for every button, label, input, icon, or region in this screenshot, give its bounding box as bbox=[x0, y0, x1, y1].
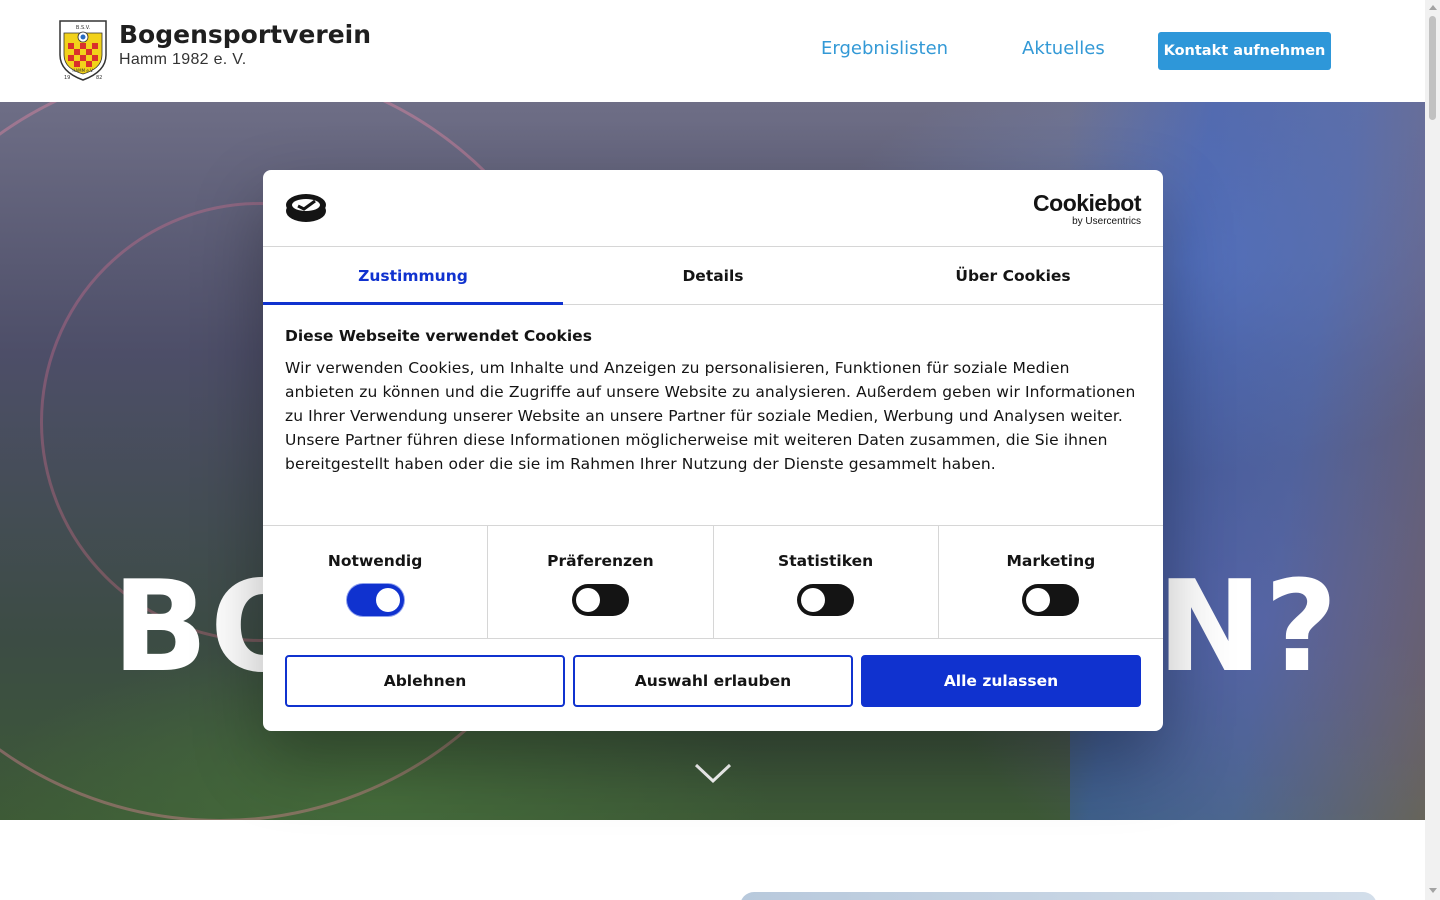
dialog-actions: Ablehnen Auswahl erlauben Alle zulassen bbox=[263, 639, 1163, 723]
toggle-knob bbox=[1026, 588, 1051, 612]
category-label: Marketing bbox=[1006, 552, 1096, 570]
category-marketing: Marketing bbox=[939, 526, 1163, 638]
site-header: B.S.V. HAMM e.V. 19 82 Bogensportverein … bbox=[0, 0, 1425, 102]
category-label: Notwendig bbox=[327, 552, 423, 570]
tab-details[interactable]: Details bbox=[563, 247, 863, 304]
tab-ueber-cookies[interactable]: Über Cookies bbox=[863, 247, 1163, 304]
decline-button[interactable]: Ablehnen bbox=[285, 655, 565, 707]
cookiebot-brand[interactable]: Cookiebot by Usercentrics bbox=[1033, 190, 1141, 228]
nav-link-ergebnislisten[interactable]: Ergebnislisten bbox=[821, 38, 948, 59]
allow-all-button[interactable]: Alle zulassen bbox=[861, 655, 1141, 707]
svg-text:19: 19 bbox=[64, 75, 70, 81]
toggle-knob bbox=[375, 588, 400, 612]
cookiebot-byline: by Usercentrics bbox=[1072, 216, 1141, 227]
chevron-down-icon[interactable] bbox=[694, 762, 732, 784]
hero-headline-right: N? bbox=[1157, 553, 1340, 700]
contact-button[interactable]: Kontakt aufnehmen bbox=[1158, 32, 1331, 70]
brand: Bogensportverein Hamm 1982 e. V. bbox=[119, 19, 371, 69]
cookiebot-logo-icon bbox=[286, 194, 326, 222]
site-logo[interactable]: B.S.V. HAMM e.V. 19 82 Bogensportverein … bbox=[58, 19, 371, 81]
cookiebot-wordmark: Cookiebot bbox=[1033, 190, 1141, 216]
tab-zustimmung[interactable]: Zustimmung bbox=[263, 247, 563, 305]
dialog-description: Wir verwenden Cookies, um Inhalte und An… bbox=[285, 359, 1136, 473]
toggle-notwendig[interactable] bbox=[346, 584, 404, 616]
club-crest-icon: B.S.V. HAMM e.V. 19 82 bbox=[59, 20, 107, 81]
dialog-body: Diese Webseite verwendet Cookies Wir ver… bbox=[263, 305, 1163, 526]
toggle-knob bbox=[575, 588, 600, 612]
cookie-consent-dialog: Cookiebot by Usercentrics Zustimmung Det… bbox=[263, 170, 1163, 731]
toggle-knob bbox=[801, 588, 826, 612]
brand-name: Bogensportverein bbox=[119, 20, 372, 49]
category-praeferenzen: Präferenzen bbox=[488, 526, 714, 638]
dialog-title: Diese Webseite verwendet Cookies bbox=[285, 327, 592, 345]
toggle-praeferenzen[interactable] bbox=[571, 584, 629, 616]
content-image-card bbox=[740, 892, 1377, 900]
nav-link-aktuelles[interactable]: Aktuelles bbox=[1022, 38, 1105, 59]
svg-text:B.S.V.: B.S.V. bbox=[76, 25, 91, 31]
allow-selection-button[interactable]: Auswahl erlauben bbox=[573, 655, 853, 707]
consent-categories: Notwendig Präferenzen Statistiken Market… bbox=[263, 526, 1163, 639]
brand-subtitle: Hamm 1982 e. V. bbox=[119, 50, 247, 68]
category-notwendig: Notwendig bbox=[263, 526, 489, 638]
toggle-marketing[interactable] bbox=[1022, 584, 1080, 616]
scroll-down-arrow-icon[interactable] bbox=[1429, 888, 1437, 893]
toggle-statistiken[interactable] bbox=[797, 584, 855, 616]
page-scrollbar[interactable] bbox=[1425, 0, 1440, 900]
svg-text:82: 82 bbox=[96, 75, 102, 81]
category-statistiken: Statistiken bbox=[714, 526, 939, 638]
dialog-header: Cookiebot by Usercentrics bbox=[263, 170, 1163, 247]
category-label: Statistiken bbox=[778, 552, 874, 570]
dialog-tabs: Zustimmung Details Über Cookies bbox=[263, 247, 1163, 305]
svg-text:HAMM e.V.: HAMM e.V. bbox=[72, 68, 93, 73]
category-label: Präferenzen bbox=[547, 552, 654, 570]
scroll-thumb[interactable] bbox=[1429, 16, 1436, 120]
scroll-up-arrow-icon[interactable] bbox=[1429, 5, 1437, 10]
